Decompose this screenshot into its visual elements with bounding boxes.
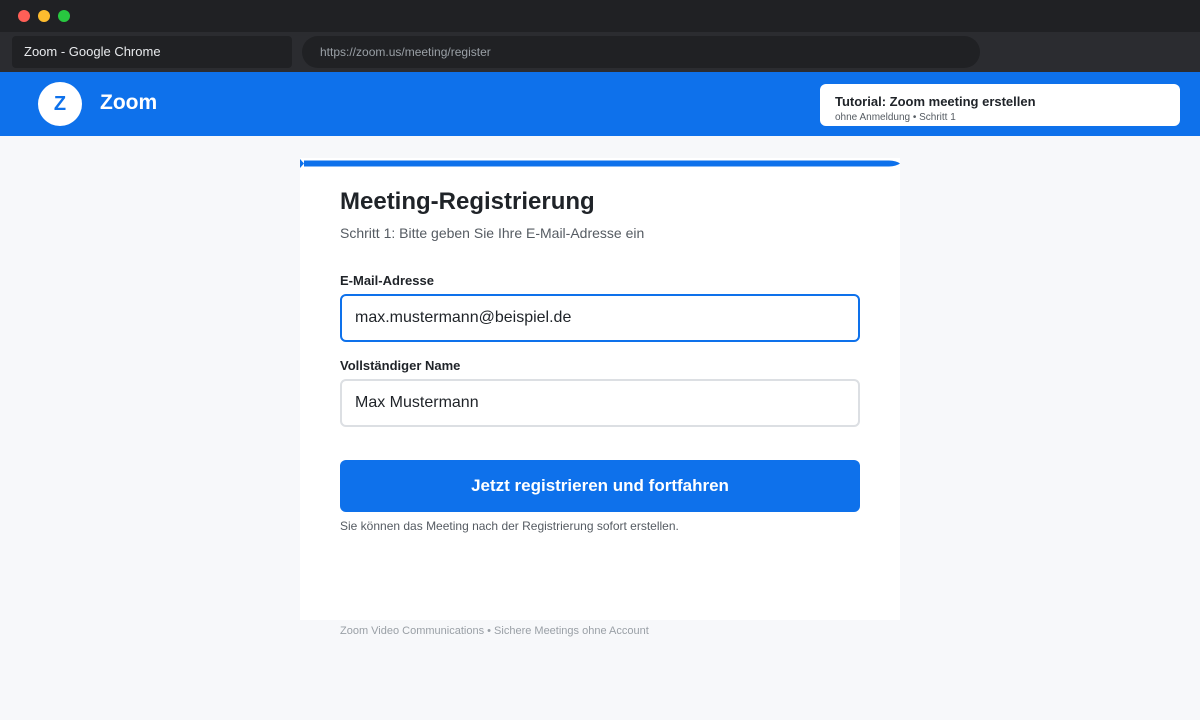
browser-tab[interactable]: Zoom - Google Chrome [12, 36, 292, 68]
register-hint: Sie können das Meeting nach der Registri… [340, 519, 679, 533]
address-bar[interactable]: https://zoom.us/meeting/register [302, 36, 980, 68]
maximize-window-button[interactable] [58, 10, 70, 22]
registration-card: Meeting-Registrierung Schritt 1: Bitte g… [300, 158, 900, 620]
page-footer: Zoom Video Communications • Sichere Meet… [340, 625, 649, 637]
zoom-logo-icon[interactable]: Z [38, 82, 82, 126]
minimize-window-button[interactable] [38, 10, 50, 22]
browser-tabbar: Zoom - Google Chrome https://zoom.us/mee… [0, 32, 1200, 72]
step-subtitle: Schritt 1: Bitte geben Sie Ihre E-Mail-A… [340, 225, 645, 241]
card-accent-bar [300, 159, 900, 168]
full-name-label: Vollständiger Name [340, 358, 461, 373]
page-title: Meeting-Registrierung [340, 188, 595, 215]
register-button[interactable]: Jetzt registrieren und fortfahren [340, 460, 860, 512]
brand-name: Zoom [100, 91, 158, 114]
browser-titlebar [0, 0, 1200, 32]
tutorial-title: Tutorial: Zoom meeting erstellen [835, 94, 1036, 109]
close-window-button[interactable] [18, 10, 30, 22]
email-field[interactable] [340, 294, 860, 342]
zoom-header: Z Zoom Tutorial: Zoom meeting erstellen … [0, 72, 1200, 136]
tutorial-subtitle: ohne Anmeldung • Schritt 1 [835, 112, 956, 123]
tutorial-banner: Tutorial: Zoom meeting erstellen ohne An… [820, 84, 1180, 126]
full-name-field[interactable] [340, 379, 860, 427]
email-label: E-Mail-Adresse [340, 273, 434, 288]
